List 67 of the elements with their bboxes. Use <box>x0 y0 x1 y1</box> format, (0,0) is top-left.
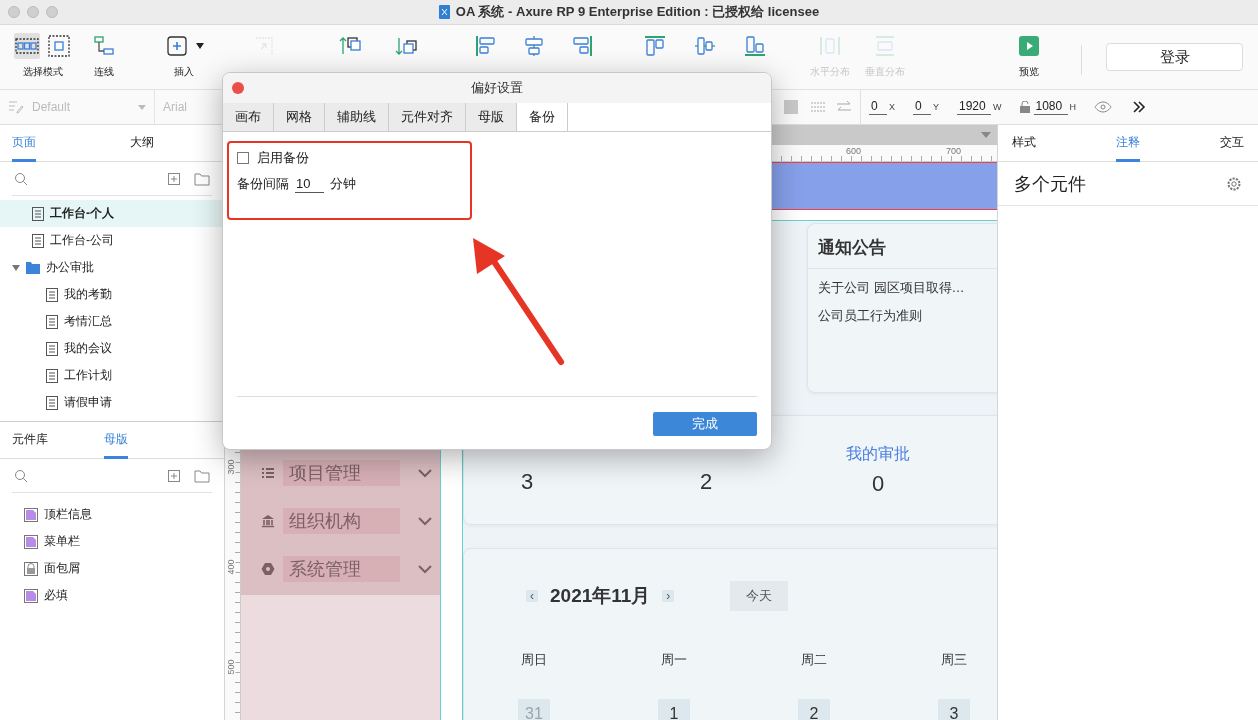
weekday-label: 周三 <box>941 651 967 669</box>
panel-tab[interactable]: 交互 <box>1220 134 1244 162</box>
number-field[interactable]: 1080 <box>1033 99 1068 115</box>
dialog-tab[interactable]: 母版 <box>466 103 517 131</box>
interval-label: 备份间隔 <box>237 175 289 193</box>
interval-field[interactable]: 10 <box>295 175 324 193</box>
panel-tab[interactable]: 页面 <box>12 134 36 162</box>
ruler-number: 500 <box>225 659 236 675</box>
weekday-label: 周一 <box>661 651 687 669</box>
today-button[interactable]: 今天 <box>730 581 789 611</box>
dialog-title: 偏好设置 <box>471 79 523 97</box>
field-label: X <box>888 102 895 112</box>
ruler-number: 700 <box>945 146 963 156</box>
master-item[interactable]: 面包屑 <box>0 555 224 582</box>
page-tree-item[interactable]: 请假申请 <box>0 389 224 416</box>
page-tree-item[interactable]: 我的会议 <box>0 335 224 362</box>
page-tree-item[interactable]: 我的考勤 <box>0 281 224 308</box>
next-month-button[interactable]: › <box>662 590 675 602</box>
master-item[interactable]: 顶栏信息 <box>0 501 224 528</box>
dialog-tab[interactable]: 网格 <box>274 103 325 131</box>
page-tree-item[interactable]: 考情汇总 <box>0 308 224 335</box>
panel-title: 多个元件 <box>1014 172 1086 196</box>
unit-label: 分钟 <box>330 175 356 193</box>
toolbar-button[interactable]: 连线 <box>78 25 130 79</box>
field-label: Y <box>933 102 939 112</box>
field-label: H <box>1069 102 1076 112</box>
ruler-number: 300 <box>225 459 236 475</box>
window-title: OA 系统 - Axure RP 9 Enterprise Edition : 已授权给 licensee <box>455 3 820 21</box>
checkbox-label: 启用备份 <box>257 149 309 167</box>
master-item[interactable]: 菜单栏 <box>0 528 224 555</box>
calendar-day[interactable]: 2 <box>798 699 830 720</box>
panel-tab[interactable]: 元件库 <box>12 431 48 459</box>
selection-mode-tool[interactable]: 选择模式 <box>8 25 78 79</box>
stat-value: 0 <box>871 471 885 497</box>
month-title: 2021年11月 <box>550 584 651 608</box>
number-field[interactable]: 0 <box>868 99 887 115</box>
calendar-day[interactable]: 1 <box>658 699 690 720</box>
stat-value: 2 <box>699 469 713 495</box>
panel-tab[interactable]: 注释 <box>1116 134 1140 162</box>
dialog-tab[interactable]: 元件对齐 <box>389 103 466 131</box>
stat-label[interactable]: 我的审批 <box>846 444 910 465</box>
notice-item[interactable]: 公司员工行为准则 <box>808 297 997 325</box>
calendar-day[interactable]: 3 <box>938 699 970 720</box>
notice-item[interactable]: 关于公司 园区项目取得… <box>808 269 997 297</box>
dialog-tab[interactable]: 画布 <box>223 103 274 131</box>
number-field[interactable]: 1920 <box>957 99 991 115</box>
master-item[interactable]: 必填 <box>0 582 224 609</box>
panel-tab[interactable]: 样式 <box>1012 134 1036 162</box>
field-label: W <box>993 102 1002 112</box>
panel-tab[interactable]: 大纲 <box>130 134 154 162</box>
toolbar-button[interactable]: 插入 <box>152 25 216 79</box>
stat-value: 3 <box>520 469 534 495</box>
page-tree-item[interactable]: 工作台-个人 <box>0 200 224 227</box>
page-tree-item[interactable]: 工作计划 <box>0 362 224 389</box>
ruler-number: 400 <box>225 559 236 575</box>
dialog-tab[interactable]: 辅助线 <box>325 103 389 131</box>
previous-month-button[interactable]: ‹ <box>526 590 538 602</box>
page-tree-item[interactable]: 工作台-公司 <box>0 227 224 254</box>
ruler-number: 600 <box>845 146 863 156</box>
number-field[interactable]: 0 <box>913 99 931 115</box>
done-button[interactable]: 完成 <box>653 412 757 436</box>
weekday-label: 周日 <box>521 651 547 669</box>
login-button[interactable]: 登录 <box>1106 43 1243 71</box>
preview-button[interactable]: 预览 <box>1001 25 1057 79</box>
page-tree-item[interactable]: 办公审批 <box>0 254 224 281</box>
panel-tab[interactable]: 母版 <box>104 431 128 459</box>
weekday-label: 周二 <box>801 651 827 669</box>
